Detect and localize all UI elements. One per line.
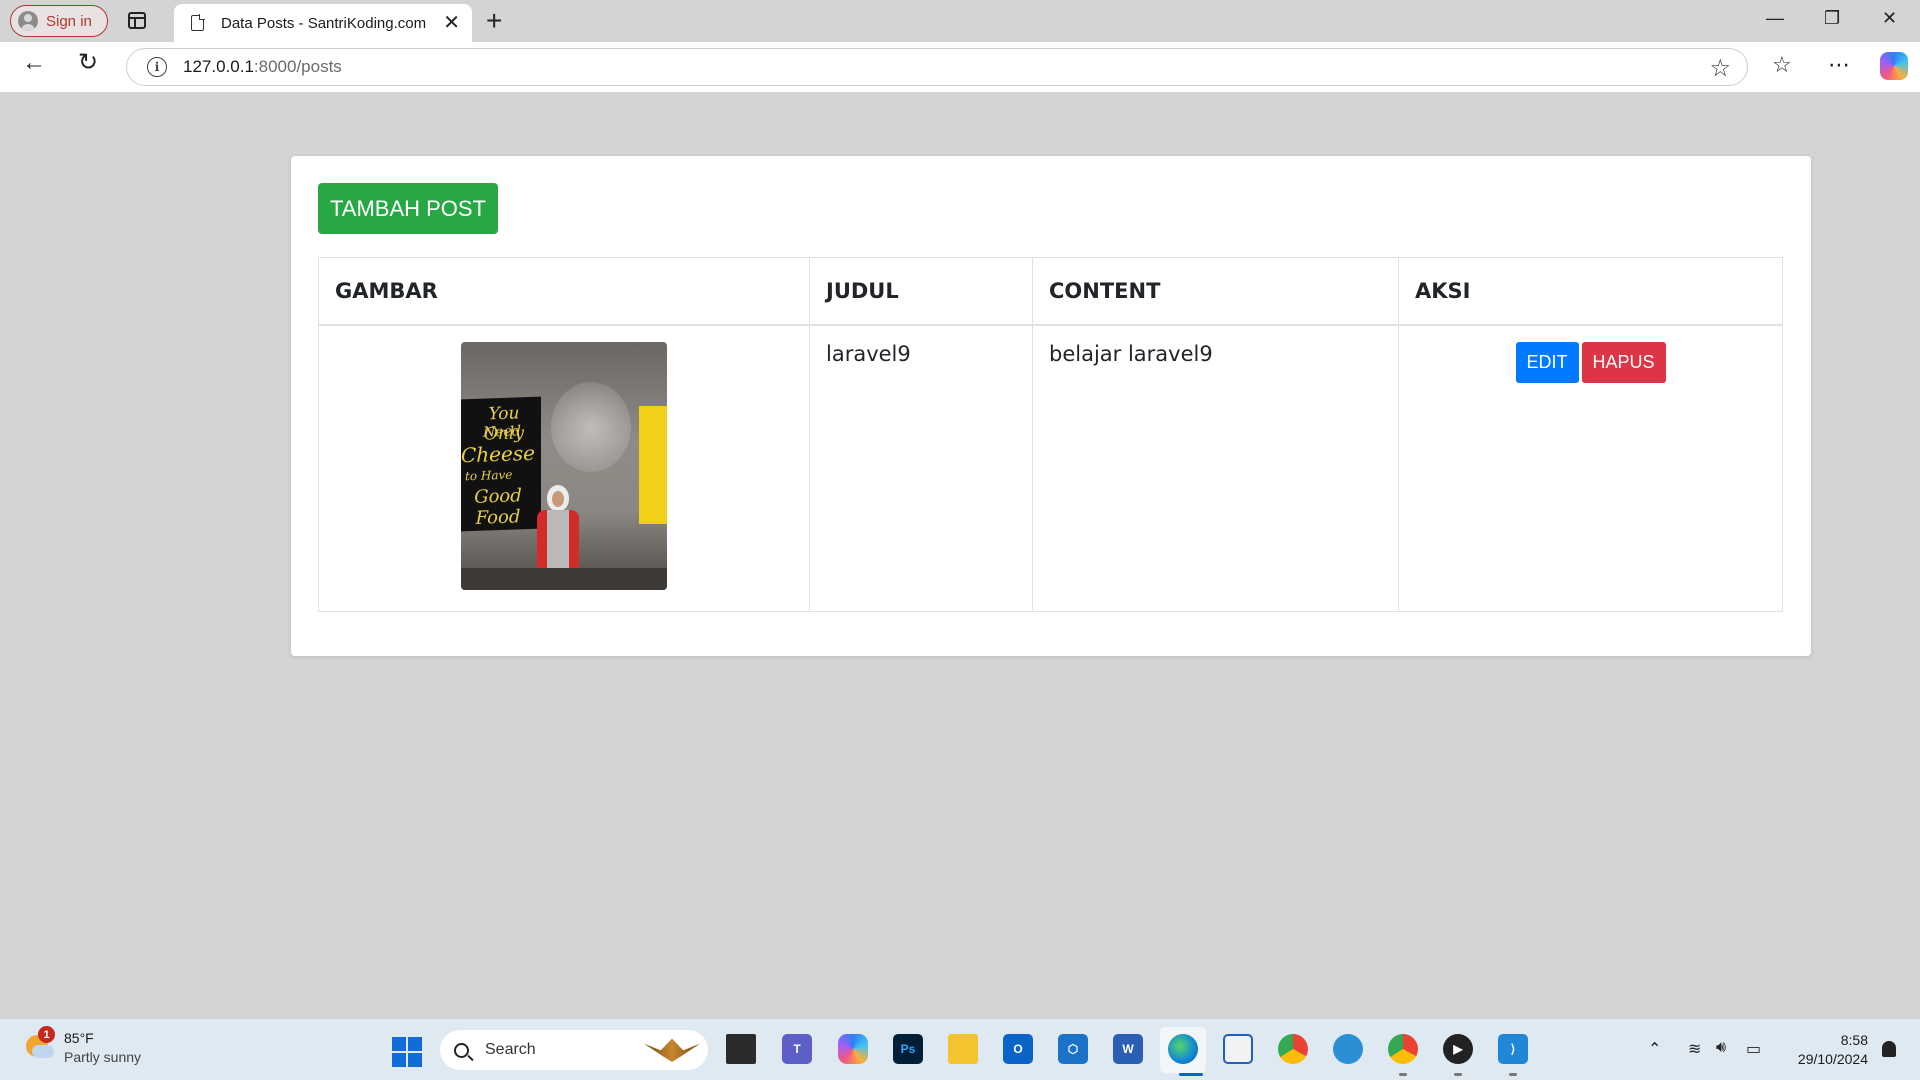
thumb-person-body [537,509,579,572]
taskbar-search[interactable]: Search [440,1030,708,1070]
search-icon [454,1042,469,1058]
judul-cell: laravel9 [809,324,1033,612]
notification-bell-icon[interactable] [1882,1041,1896,1057]
weather-badge: 1 [38,1026,55,1043]
virtualbox-icon[interactable]: ⬡ [1058,1034,1088,1064]
page-viewport: TAMBAH POST GAMBAR JUDUL CONTENT AKSI Yo… [4,92,1916,1018]
more-menu-icon[interactable]: ⋯ [1828,52,1850,78]
posts-table: GAMBAR JUDUL CONTENT AKSI You Only Need [318,257,1783,612]
close-window-button[interactable]: ✕ [1882,8,1897,29]
thumb-text-5: Good Food [474,484,522,529]
back-arrow-icon[interactable]: ← [22,51,46,75]
post-thumbnail-image: You Only Need Cheese to Have Good Food [461,341,667,590]
vscode-running-indicator [1509,1073,1517,1076]
media-player-icon[interactable]: ▶ [1443,1034,1473,1064]
tab-actions-icon[interactable] [128,12,146,29]
tab-data-posts[interactable]: Data Posts - SantriKoding.com ✕ [174,4,472,42]
clock-time: 8:58 [1840,1032,1868,1048]
partly-sunny-icon: 1 [22,1026,55,1061]
favorite-star-icon[interactable]: ☆ [1709,54,1731,83]
copilot-icon[interactable] [1880,52,1908,80]
thumb-text-2: Need [483,422,521,441]
word-icon[interactable]: W [1113,1034,1143,1064]
taskbar: 1 85°F Partly sunny Search T Ps O ⬡ W ▶ … [0,1018,1920,1080]
url-path: :8000/posts [253,57,342,76]
favorites-icon[interactable]: ☆ [1772,52,1792,78]
tab-title: Data Posts - SantriKoding.com [221,14,427,32]
copilot-app-icon[interactable] [838,1034,868,1064]
column-header-aksi: AKSI [1398,257,1783,326]
vscode-icon[interactable]: ⟩ [1498,1034,1528,1064]
player-running-indicator [1454,1073,1462,1076]
delete-button[interactable]: HAPUS [1581,341,1666,383]
profile-avatar-icon [18,11,38,31]
thumb-light [551,381,631,472]
address-bar[interactable]: i 127.0.0.1:8000/posts ☆ [126,48,1748,86]
thumb-floor [461,567,667,590]
app-icon-blue[interactable] [1333,1034,1363,1064]
chrome-icon[interactable] [1278,1034,1308,1064]
windows-start-icon[interactable] [392,1037,422,1067]
window-app-icon[interactable] [1223,1034,1253,1064]
table-header-row: GAMBAR JUDUL CONTENT AKSI [318,257,1783,326]
minimize-button[interactable]: — [1766,8,1784,29]
system-clock[interactable]: 8:58 29/10/2024 [1798,1031,1868,1069]
sign-in-label: Sign in [46,12,92,30]
posts-card: TAMBAH POST GAMBAR JUDUL CONTENT AKSI Yo… [291,156,1811,656]
wifi-icon[interactable]: ≋ [1688,1039,1701,1059]
search-highlight-eagle-icon [644,1038,700,1062]
action-cell: EDIT HAPUS [1398,324,1783,612]
thumb-person-face [552,490,564,507]
temperature: 85°F [64,1030,94,1046]
teams-icon[interactable]: T [782,1034,812,1064]
content-cell: belajar laravel9 [1032,324,1399,612]
column-header-gambar: GAMBAR [318,257,810,326]
chrome-profile-icon[interactable] [1388,1034,1418,1064]
outlook-icon[interactable]: O [1003,1034,1033,1064]
weather-widget[interactable]: 1 85°F Partly sunny [22,1026,141,1067]
start-square [408,1053,422,1067]
thumb-text-4: to Have [465,467,513,483]
refresh-icon[interactable]: ↻ [78,51,98,75]
start-square [392,1053,406,1067]
thumb-poster: You Only Need Cheese to Have Good Food [461,396,541,531]
image-cell: You Only Need Cheese to Have Good Food [318,324,810,612]
weather-text: 85°F Partly sunny [64,1029,141,1067]
chrome-running-indicator [1399,1073,1407,1076]
site-info-icon[interactable]: i [147,57,167,77]
sign-in-button[interactable]: Sign in [10,5,108,37]
tab-close-icon[interactable]: ✕ [443,13,460,33]
edge-running-indicator [1179,1073,1203,1076]
thumb-text-3: Cheese [461,440,535,467]
browser-toolbar: ← ↻ i 127.0.0.1:8000/posts ☆ ☆ ⋯ [0,42,1920,92]
photoshop-icon[interactable]: Ps [893,1034,923,1064]
add-post-button[interactable]: TAMBAH POST [318,183,498,234]
edge-icon[interactable] [1168,1034,1198,1064]
thumb-yellow-poster [639,405,667,524]
task-view-icon[interactable] [726,1034,756,1064]
start-square [408,1037,422,1051]
column-header-content: CONTENT [1032,257,1399,326]
file-explorer-icon[interactable] [948,1034,978,1064]
weather-condition: Partly sunny [64,1049,142,1065]
column-header-judul: JUDUL [809,257,1033,326]
start-square [392,1037,406,1051]
page-icon [191,14,205,31]
cloud-shape [32,1045,54,1058]
browser-tabstrip: Sign in Data Posts - SantriKoding.com ✕ … [0,0,1920,42]
new-tab-button[interactable]: + [486,5,502,37]
edit-button[interactable]: EDIT [1515,341,1579,383]
clock-date: 29/10/2024 [1797,1051,1868,1067]
table-row: You Only Need Cheese to Have Good Food l… [318,324,1783,612]
taskbar-search-label: Search [485,1041,536,1058]
volume-icon[interactable]: 🔊︎ [1716,1039,1726,1057]
restore-button[interactable]: ❐ [1824,8,1840,29]
chevron-up-icon[interactable]: ⌃ [1648,1039,1661,1059]
url-host: 127.0.0.1 [183,57,254,76]
battery-icon[interactable]: ▭ [1746,1039,1761,1059]
